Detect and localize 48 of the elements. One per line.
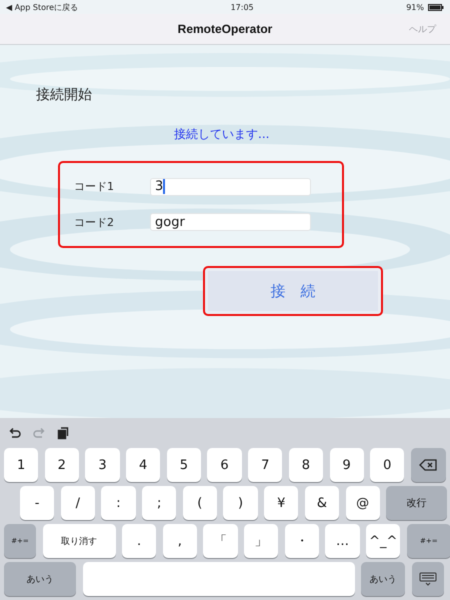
keyboard-key[interactable]: 4 — [126, 448, 160, 482]
keyboard-key[interactable]: 7 — [248, 448, 282, 482]
keyboard-key[interactable]: 3 — [85, 448, 120, 482]
keyboard-key[interactable]: - — [20, 486, 54, 520]
input-field[interactable]: 3 — [150, 178, 311, 196]
keyboard-key[interactable]: , — [162, 524, 197, 558]
status-message: 接続しています... — [174, 126, 270, 143]
battery-icon — [428, 4, 444, 10]
section-heading: 接続開始 — [36, 86, 92, 104]
nav-title: RemoteOperator — [178, 22, 272, 36]
keyboard-key[interactable]: ; — [142, 486, 176, 520]
keyboard-key[interactable]: ( — [182, 486, 217, 520]
keyboard-key[interactable]: : — [101, 486, 136, 520]
backspace-key[interactable] — [410, 448, 446, 482]
keyboard-key[interactable]: / — [60, 486, 95, 520]
kana-key[interactable]: あいう — [4, 562, 76, 596]
field-label: コード2 — [73, 214, 115, 230]
undo-icon[interactable] — [8, 426, 22, 440]
connect-button[interactable]: 接 続 — [203, 266, 383, 316]
return-key[interactable]: 改行 — [386, 486, 448, 520]
keyboard-key[interactable]: 8 — [288, 448, 323, 482]
back-link[interactable]: ◀ App Storeに戻る — [6, 2, 78, 12]
keyboard-key[interactable]: 「 — [203, 524, 238, 558]
backspace-icon — [419, 459, 438, 471]
keyboard-key[interactable]: 2 — [44, 448, 79, 482]
keyboard-key[interactable]: 6 — [207, 448, 242, 482]
keyboard-key[interactable]: 」 — [244, 524, 278, 558]
undo-key[interactable]: 取り消す — [42, 524, 116, 558]
keyboard-key[interactable]: ) — [223, 486, 258, 520]
keyboard-icon — [418, 572, 436, 586]
keyboard-key[interactable]: ^_^ — [366, 524, 400, 558]
keyboard-key[interactable]: ・ — [284, 524, 319, 558]
keyboard-key[interactable]: ¥ — [264, 486, 298, 520]
keyboard-key[interactable]: 0 — [370, 448, 404, 482]
keyboard-key[interactable]: 1 — [4, 448, 38, 482]
keyboard-key[interactable]: & — [304, 486, 339, 520]
kana-key[interactable]: あいう — [361, 562, 405, 596]
battery-percent: 91% — [406, 2, 424, 12]
paste-icon[interactable] — [56, 426, 70, 440]
keyboard-key[interactable]: 5 — [166, 448, 201, 482]
keyboard-key[interactable]: 9 — [330, 448, 364, 482]
clock: 17:05 — [230, 2, 254, 12]
keyboard-key[interactable]: @ — [346, 486, 380, 520]
hide-keyboard-key[interactable] — [412, 562, 444, 596]
input-field[interactable]: gogr — [150, 213, 311, 232]
keyboard-key[interactable]: … — [325, 524, 360, 558]
keyboard-key[interactable]: . — [122, 524, 156, 558]
field-label: コード1 — [73, 179, 115, 194]
